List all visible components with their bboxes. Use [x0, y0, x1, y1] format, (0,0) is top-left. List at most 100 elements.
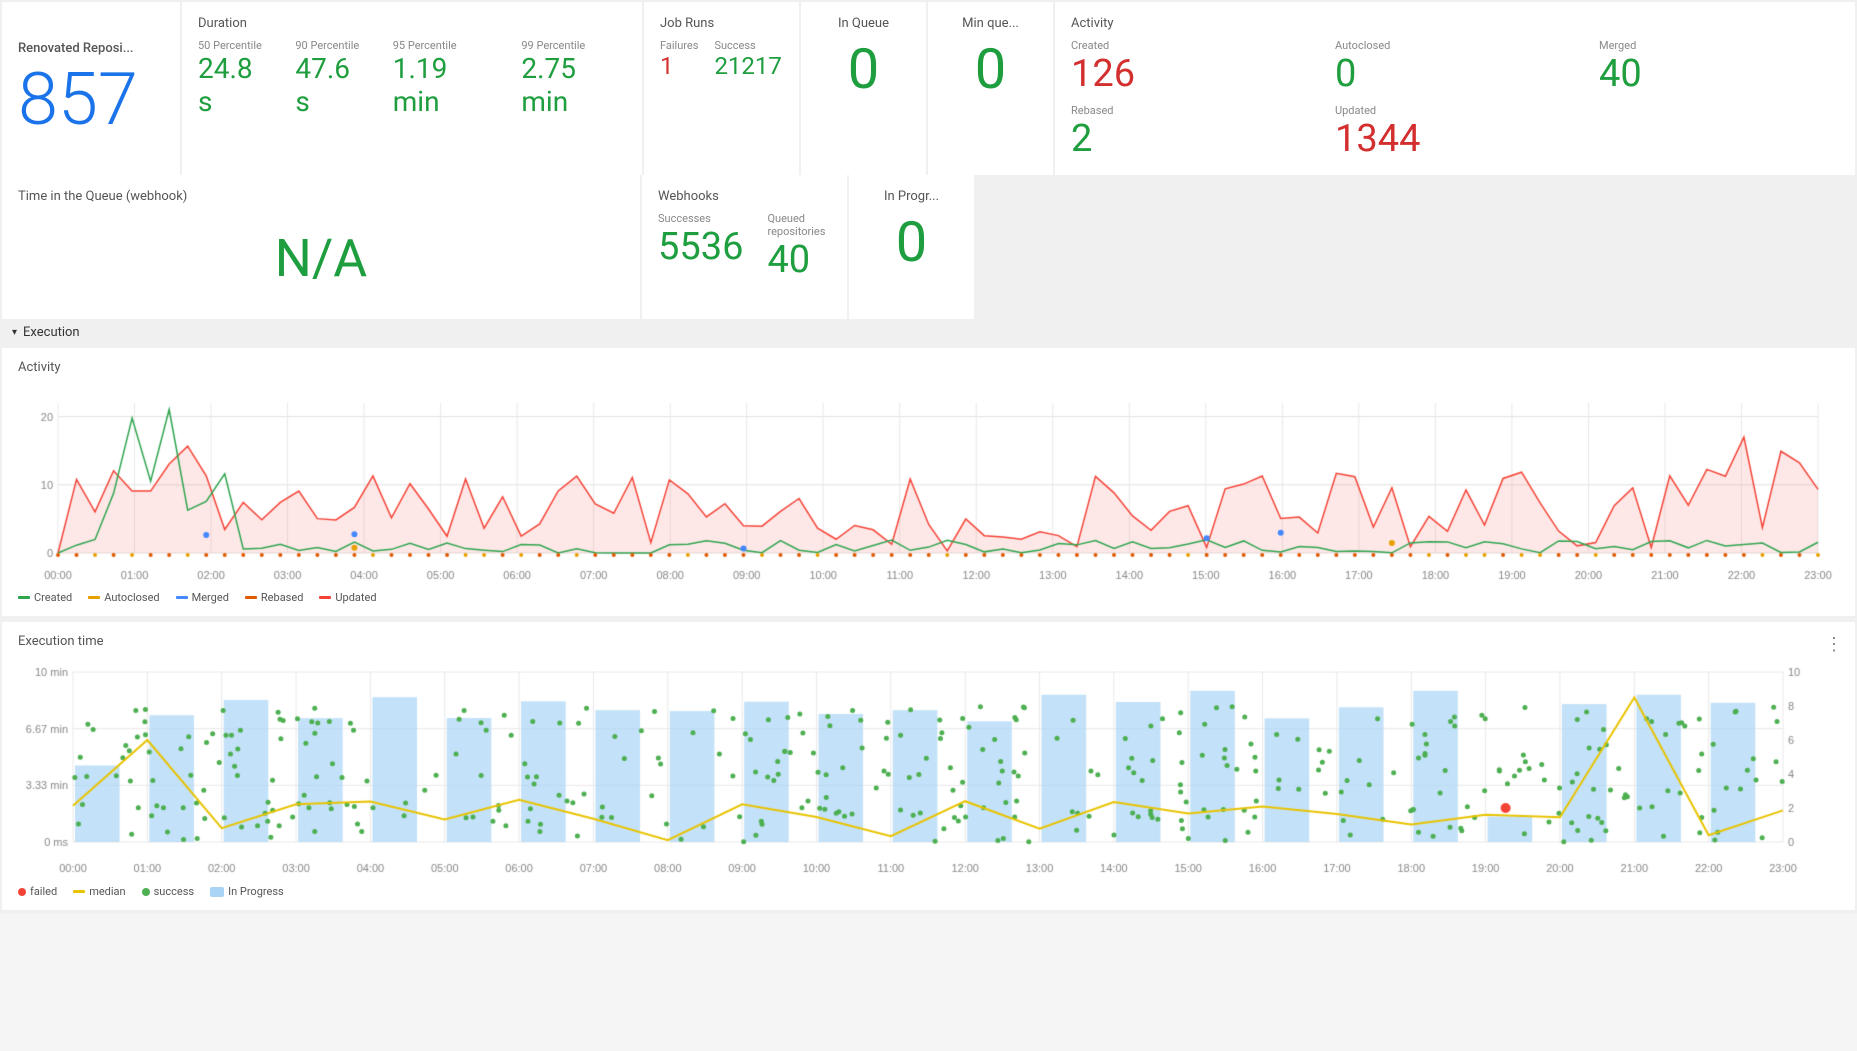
repo-card: Renovated Reposi... 857 [2, 2, 180, 175]
execution-section-header[interactable]: ▾ Execution [0, 321, 1857, 344]
success-value: 21217 [714, 52, 781, 80]
autoclosed-label: Autoclosed [1335, 39, 1575, 52]
dashboard: Renovated Reposi... 857 Duration 50 Perc… [0, 0, 1857, 914]
time-queue-card: Time in the Queue (webhook) N/A [2, 175, 640, 319]
activity-canvas [18, 383, 1838, 583]
queued-label: Queued repositories [767, 212, 831, 238]
activity-chart-title: Activity [18, 360, 1839, 375]
min-que-title: Min que... [962, 16, 1019, 31]
p99-label: 99 Percentile [521, 39, 626, 52]
duration-card: Duration 50 Percentile 24.8 s 90 Percent… [182, 2, 642, 175]
activity-chart-container [18, 383, 1839, 583]
p99-value: 2.75 min [521, 52, 626, 118]
cards-row-2: Time in the Queue (webhook) N/A Webhooks… [0, 175, 1857, 321]
webhooks-successes: Successes 5536 [658, 212, 743, 282]
activity-merged: Merged 40 [1599, 39, 1839, 96]
spacer [976, 175, 1855, 319]
success-label: Success [714, 39, 781, 52]
in-progress-value: 0 [896, 212, 927, 274]
job-runs-title: Job Runs [660, 16, 783, 31]
exec-legend-success-color [142, 888, 150, 896]
webhooks-queued: Queued repositories 40 [767, 212, 831, 282]
rebased-value: 2 [1071, 117, 1311, 161]
duration-p90: 90 Percentile 47.6 s [295, 39, 368, 118]
activity-legend: Created Autoclosed Merged Rebased Update… [18, 591, 1839, 604]
webhooks-card: Webhooks Successes 5536 Queued repositor… [642, 175, 847, 319]
activity-created: Created 126 [1071, 39, 1311, 96]
execution-time-chart-container [18, 657, 1839, 877]
created-label: Created [1071, 39, 1311, 52]
time-queue-title: Time in the Queue (webhook) [18, 189, 187, 204]
in-progress-card: In Progr... 0 [849, 175, 974, 319]
successes-value: 5536 [658, 225, 743, 269]
p95-value: 1.19 min [393, 52, 498, 118]
legend-rebased-color [245, 596, 257, 599]
p90-label: 90 Percentile [295, 39, 368, 52]
webhooks-grid: Successes 5536 Queued repositories 40 [658, 212, 831, 282]
duration-row: 50 Percentile 24.8 s 90 Percentile 47.6 … [198, 39, 626, 118]
p50-label: 50 Percentile [198, 39, 271, 52]
legend-merged-label: Merged [192, 591, 229, 604]
legend-updated-label: Updated [335, 591, 376, 604]
legend-updated: Updated [319, 591, 376, 604]
legend-merged: Merged [176, 591, 229, 604]
activity-updated: Updated 1344 [1335, 104, 1575, 161]
legend-updated-color [319, 596, 331, 599]
p90-value: 47.6 s [295, 52, 368, 118]
activity-rebased: Rebased 2 [1071, 104, 1311, 161]
exec-legend-success: success [142, 885, 194, 898]
legend-created: Created [18, 591, 72, 604]
legend-autoclosed-label: Autoclosed [104, 591, 159, 604]
exec-legend-median: median [73, 885, 125, 898]
activity-card-title: Activity [1071, 16, 1839, 31]
in-queue-value: 0 [848, 39, 879, 101]
exec-legend-success-label: success [154, 885, 194, 898]
job-runs-grid: Failures 1 Success 21217 [660, 39, 783, 80]
activity-grid: Created 126 Autoclosed 0 Merged 40 Rebas… [1071, 39, 1839, 161]
cards-row-1: Renovated Reposi... 857 Duration 50 Perc… [0, 0, 1857, 175]
time-queue-value: N/A [275, 228, 367, 289]
legend-rebased: Rebased [245, 591, 304, 604]
legend-autoclosed: Autoclosed [88, 591, 159, 604]
exec-legend-failed: failed [18, 885, 57, 898]
exec-legend-inprogress: In Progress [210, 885, 284, 898]
exec-legend-failed-label: failed [30, 885, 57, 898]
exec-legend-failed-color [18, 888, 26, 896]
legend-created-label: Created [34, 591, 72, 604]
execution-canvas [18, 657, 1838, 877]
webhooks-title: Webhooks [658, 189, 831, 204]
autoclosed-value: 0 [1335, 52, 1575, 96]
updated-label: Updated [1335, 104, 1575, 117]
exec-legend-median-label: median [89, 885, 125, 898]
merged-value: 40 [1599, 52, 1839, 96]
legend-rebased-label: Rebased [261, 591, 304, 604]
duration-p95: 95 Percentile 1.19 min [393, 39, 498, 118]
failures-label: Failures [660, 39, 698, 52]
chevron-icon: ▾ [12, 327, 17, 338]
merged-label: Merged [1599, 39, 1839, 52]
legend-autoclosed-color [88, 596, 100, 599]
repo-count: 857 [18, 64, 164, 136]
p95-label: 95 Percentile [393, 39, 498, 52]
more-options-button[interactable]: ⋮ [1825, 634, 1843, 655]
exec-legend-inprogress-label: In Progress [228, 885, 284, 898]
repo-name: Renovated Reposi... [18, 41, 164, 56]
execution-legend: failed median success In Progress [18, 885, 1839, 898]
duration-title: Duration [198, 16, 626, 31]
in-queue-title: In Queue [838, 16, 889, 31]
updated-value: 1344 [1335, 117, 1575, 161]
queued-value: 40 [767, 238, 831, 282]
in-progress-title: In Progr... [884, 189, 939, 204]
activity-card: Activity Created 126 Autoclosed 0 Merged… [1055, 2, 1855, 175]
created-value: 126 [1071, 52, 1311, 96]
job-failures: Failures 1 [660, 39, 698, 80]
execution-time-chart-title: Execution time [18, 634, 1839, 649]
exec-legend-median-color [73, 890, 85, 893]
failures-value: 1 [660, 52, 698, 80]
min-que-card: Min que... 0 [928, 2, 1053, 175]
activity-chart-panel: Activity Created Autoclosed Merged [2, 348, 1855, 616]
charts-area: Activity Created Autoclosed Merged [0, 344, 1857, 914]
execution-time-chart-panel: ⋮ Execution time failed median success [2, 622, 1855, 910]
duration-p50: 50 Percentile 24.8 s [198, 39, 271, 118]
activity-autoclosed: Autoclosed 0 [1335, 39, 1575, 96]
